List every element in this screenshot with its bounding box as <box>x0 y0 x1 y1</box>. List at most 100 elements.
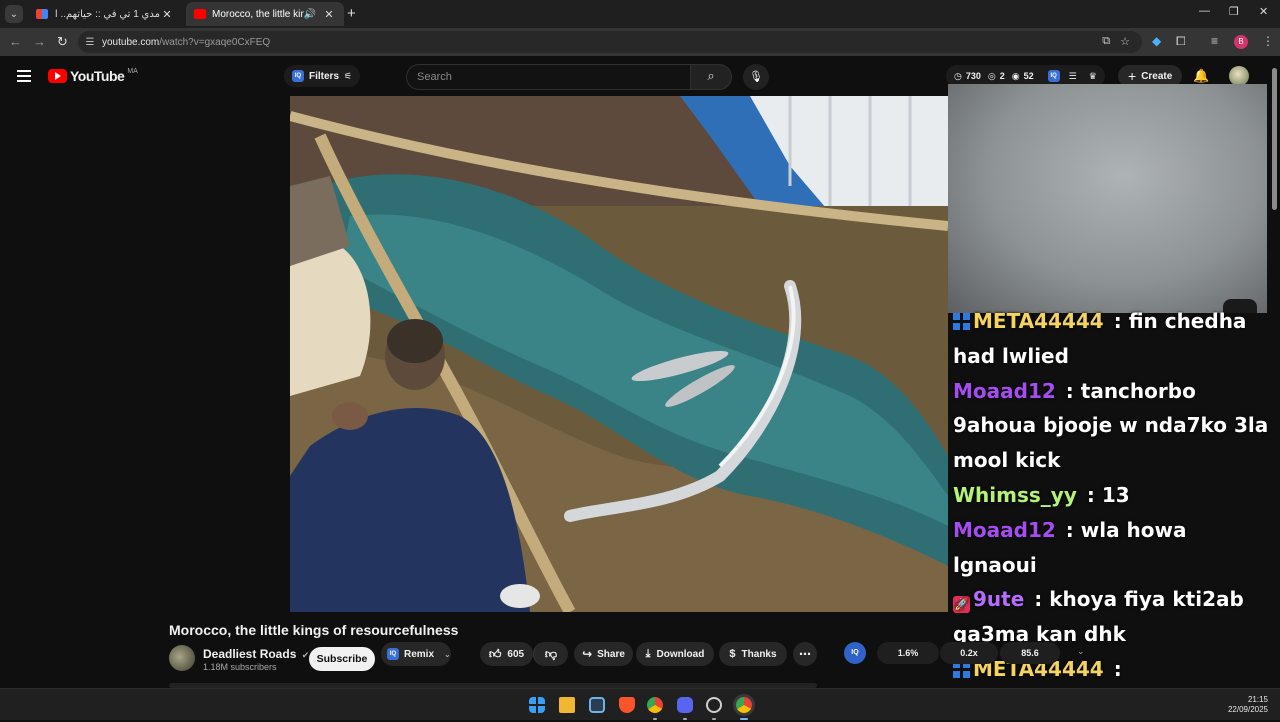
back-icon[interactable]: ← <box>9 34 22 49</box>
address-bar-row: ← → ↻ ☰ youtube.com/watch?v=gxaqe0CxFEQ … <box>0 28 1280 56</box>
reload-icon[interactable]: ↻ <box>57 34 68 50</box>
plugin-stat-score: 85.6 <box>1000 642 1060 664</box>
thumbs-down-icon: 👎︎ <box>544 646 558 661</box>
iq-extension-icon: IQ <box>292 70 304 82</box>
system-clock[interactable]: 21:15 22/09/2025 <box>1228 695 1268 715</box>
channel-avatar[interactable] <box>169 645 195 671</box>
clock-time: 21:15 <box>1247 695 1268 704</box>
chat-separator: : <box>1065 517 1081 542</box>
create-label: Create <box>1141 70 1173 82</box>
logo-text: YouTube <box>70 68 125 84</box>
iq-extension-icon: IQ <box>387 648 399 660</box>
close-window-icon[interactable]: ✕ <box>1259 5 1268 18</box>
gmail-icon <box>36 9 48 19</box>
chat-message: META44444: fin chedha had lwlied <box>953 304 1273 374</box>
davinci-resolve-icon[interactable] <box>589 697 605 713</box>
download-button[interactable]: ⤓ Download <box>636 642 714 666</box>
stat-views: 730 <box>965 71 981 81</box>
thanks-label: Thanks <box>741 648 777 660</box>
account-avatar[interactable] <box>1229 66 1249 86</box>
trophy-icon[interactable]: ♛ <box>1089 71 1097 82</box>
thanks-button[interactable]: $ Thanks <box>719 642 787 666</box>
browser-profile-avatar[interactable]: B <box>1234 35 1248 49</box>
more-horizontal-icon: ⋯ <box>799 647 811 661</box>
channel-name[interactable]: Deadliest Roads ✔ <box>203 647 309 661</box>
chat-username: Moaad12 <box>953 378 1056 403</box>
discord-icon[interactable] <box>677 697 693 713</box>
dislike-button[interactable]: 👎︎ <box>533 642 568 666</box>
bookmark-star-icon[interactable]: ☆ <box>1120 35 1130 48</box>
page-scrollbar[interactable] <box>1272 68 1277 210</box>
minimize-icon[interactable]: — <box>1199 5 1210 17</box>
chat-username: Whimss_yy <box>953 482 1077 507</box>
chat-username: META44444 <box>973 309 1104 333</box>
share-button[interactable]: ↪ Share <box>574 642 633 666</box>
extensions-puzzle-icon[interactable]: ⧠ <box>1176 34 1186 49</box>
remix-label: Remix <box>404 648 435 660</box>
speaker-icon[interactable]: 🔊 <box>304 9 316 20</box>
extension-diamond-icon[interactable]: ◆ <box>1152 34 1161 48</box>
windows-taskbar: 21:15 22/09/2025 <box>0 688 1280 720</box>
chat-message: Moaad12: wla howa lgnaoui <box>953 513 1273 583</box>
chevron-down-icon[interactable]: ⌄ <box>1077 646 1085 657</box>
chevron-down-icon: ⌄ <box>444 649 451 659</box>
download-label: Download <box>656 648 705 660</box>
close-tab-icon[interactable]: ✕ <box>322 8 336 21</box>
remix-button[interactable]: IQ Remix ⌄ <box>381 642 451 666</box>
chat-separator: : <box>1113 309 1129 333</box>
more-actions-button[interactable]: ⋯ <box>793 642 817 666</box>
iq-plugin-button[interactable]: IQ <box>844 642 866 664</box>
file-explorer-icon[interactable] <box>559 697 575 713</box>
chat-message: 🚀 9ute: khoya fiya kti2ab ga3ma kan dhk <box>953 582 1273 652</box>
subscribe-button[interactable]: Subscribe <box>309 647 375 671</box>
download-icon: ⤓ <box>645 647 651 660</box>
chrome-active-icon[interactable] <box>736 697 752 713</box>
restore-icon[interactable]: ❐ <box>1229 5 1239 18</box>
tab-youtube-video[interactable]: Morocco, the little kings of 🔊 ✕ <box>186 2 344 26</box>
media-controls-icon[interactable]: ≡ <box>1211 34 1218 48</box>
like-count: 605 <box>507 648 525 660</box>
chrome-icon[interactable] <box>647 697 663 713</box>
like-button[interactable]: 👍︎ 605 <box>480 642 533 666</box>
menu-hamburger-icon[interactable] <box>17 70 31 85</box>
obs-studio-icon[interactable] <box>706 697 722 713</box>
url-input[interactable]: ☰ youtube.com/watch?v=gxaqe0CxFEQ ⧉ ☆ <box>78 31 1142 53</box>
viewers-icon: ◉ <box>1011 70 1020 81</box>
plugin-stat-ratio: 0.2x <box>940 642 998 664</box>
share-arrow-icon: ↪ <box>582 647 593 661</box>
chat-separator: : <box>1065 378 1081 403</box>
rocket-badge-icon: 🚀 <box>953 596 970 614</box>
chat-username: Moaad12 <box>953 517 1056 542</box>
notifications-bell-icon[interactable]: 🔔 <box>1193 68 1209 84</box>
youtube-logo[interactable]: YouTube MA <box>48 68 138 84</box>
new-tab-button[interactable]: + <box>347 5 356 22</box>
chat-text: 13 <box>1101 482 1130 507</box>
stat-likes: 2 <box>999 71 1005 81</box>
close-tab-icon[interactable]: ✕ <box>160 8 174 21</box>
clock-date: 22/09/2025 <box>1227 705 1268 714</box>
tab-search-button[interactable]: ⌄ <box>5 5 23 23</box>
stat-watching: 52 <box>1023 71 1034 81</box>
tab-medi1tv[interactable]: مدي 1 تي في :: حياتهم.. الموسم ✕ <box>28 2 182 26</box>
chat-message: Moaad12: tanchorbo 9ahoua bjooje w nda7k… <box>953 374 1273 478</box>
browser-tab-strip: ⌄ مدي 1 تي في :: حياتهم.. الموسم ✕ Moroc… <box>0 0 1280 28</box>
microphone-icon[interactable]: 🎙 <box>743 64 769 90</box>
chat-separator: : <box>1113 656 1122 681</box>
browser-menu-icon[interactable]: ⋮ <box>1262 34 1274 48</box>
tab-title: Morocco, the little kings of <box>212 8 304 20</box>
windows-start-icon[interactable] <box>529 697 545 713</box>
queue-icon[interactable]: ☰ <box>1069 71 1077 82</box>
clock-icon: ◷ <box>954 70 962 81</box>
search-icon[interactable]: ⌕ <box>690 64 732 90</box>
install-app-icon[interactable]: ⧉ <box>1102 35 1110 48</box>
thumbs-up-icon: 👍︎ <box>488 646 502 661</box>
brave-browser-icon[interactable] <box>619 697 635 713</box>
filters-label: Filters <box>309 70 340 82</box>
filters-button[interactable]: IQ Filters ⚟ <box>284 65 361 87</box>
sliders-icon: ⚟ <box>344 70 353 81</box>
search-input[interactable]: Search <box>406 64 691 90</box>
forward-icon[interactable]: → <box>33 34 46 49</box>
video-player[interactable] <box>290 96 948 612</box>
site-info-icon[interactable]: ☰ <box>78 37 102 48</box>
url-path: /watch?v=gxaqe0CxFEQ <box>159 36 271 48</box>
